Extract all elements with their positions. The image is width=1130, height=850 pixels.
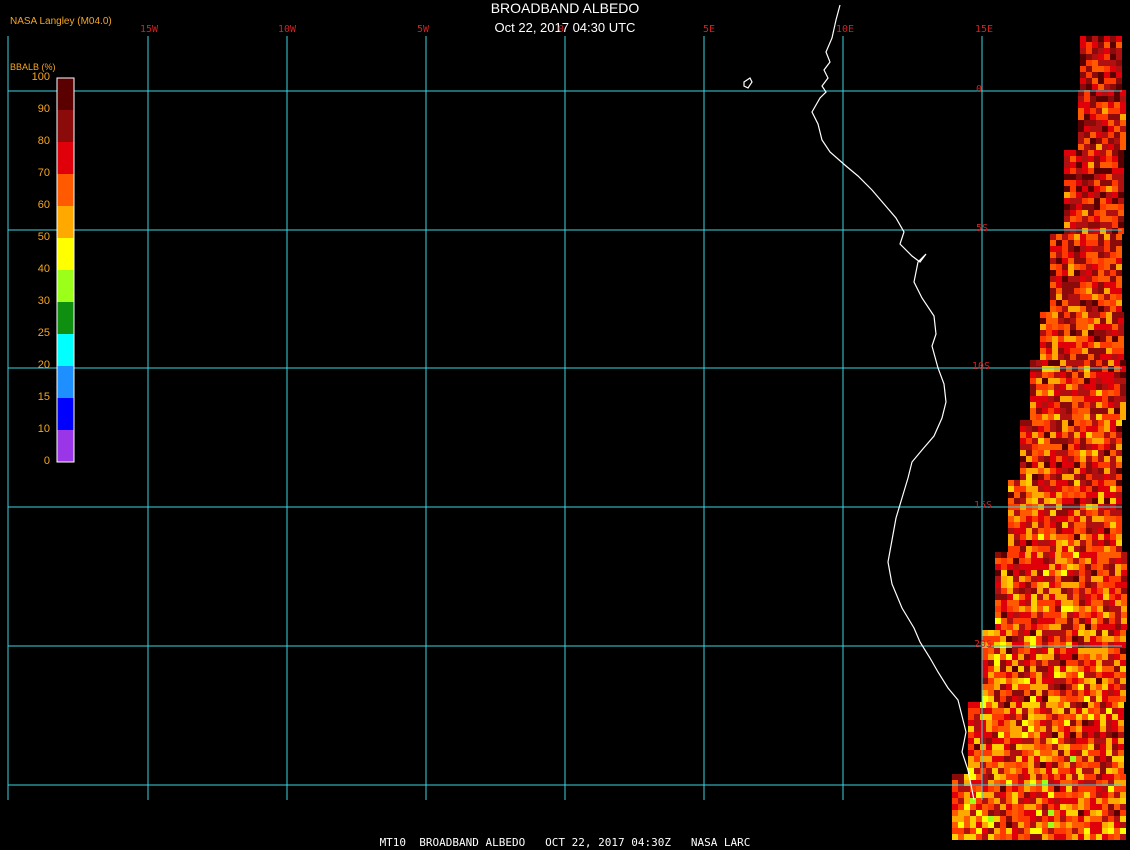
colorbar-tick-label: 80 (37, 135, 50, 147)
lon-label-10e: 10E (836, 24, 855, 35)
lon-label-5w: 5W (417, 24, 430, 35)
status-footer: MT10 BROADBAND ALBEDO OCT 22, 2017 04:30… (379, 836, 751, 849)
colorbar-tick-label: 30 (37, 295, 50, 307)
colorbar-swatch (57, 430, 74, 462)
lat-label-5s: 5S (976, 223, 989, 234)
credit-label: NASA Langley (M04.0) (10, 16, 112, 27)
albedo-data-field (952, 36, 1127, 840)
colorbar-tick-label: 10 (37, 423, 50, 435)
colorbar-swatch (57, 238, 74, 270)
lat-label-20s: 20S (974, 639, 993, 650)
lon-label-10w: 10W (278, 24, 297, 35)
colorbar-tick-label: 20 (37, 359, 50, 371)
lat-label-10s: 10S (972, 361, 991, 372)
colorbar-tick-label: 0 (43, 455, 50, 467)
colorbar-swatch (57, 302, 74, 334)
colorbar-tick-label: 15 (37, 391, 50, 403)
lon-label-0: 0 (558, 24, 565, 35)
lat-label-15s: 15S (974, 500, 993, 511)
colorbar-tick-label: 90 (37, 103, 50, 115)
colorbar-swatch (57, 270, 74, 302)
colorbar-swatch (57, 78, 74, 110)
colorbar (56, 77, 75, 463)
colorbar-swatch (57, 366, 74, 398)
map-title: BROADBAND ALBEDO (490, 0, 640, 16)
coastline (811, 4, 975, 801)
map-timestamp: Oct 22, 2017 04:30 UTC (494, 20, 636, 35)
lon-label-5e: 5E (703, 24, 716, 35)
colorbar-swatch (57, 174, 74, 206)
graticule (7, 36, 1122, 800)
colorbar-tick-label: 70 (37, 167, 50, 179)
colorbar-tick-label: 25 (37, 327, 50, 339)
colorbar-swatch (57, 398, 74, 430)
lat-label-0: 0 (976, 84, 983, 95)
colorbar-tick-label: 60 (37, 199, 50, 211)
colorbar-swatch (57, 110, 74, 142)
colorbar-swatch (57, 334, 74, 366)
lon-label-15e: 15E (975, 24, 994, 35)
island (743, 77, 753, 89)
colorbar-swatch (57, 206, 74, 238)
lon-label-15w: 15W (140, 24, 159, 35)
colorbar-tick-label: 50 (37, 231, 50, 243)
colorbar-swatch (57, 142, 74, 174)
map-canvas (7, 4, 1127, 840)
colorbar-tick-label: 100 (31, 71, 50, 83)
colorbar-tick-label: 40 (37, 263, 50, 275)
